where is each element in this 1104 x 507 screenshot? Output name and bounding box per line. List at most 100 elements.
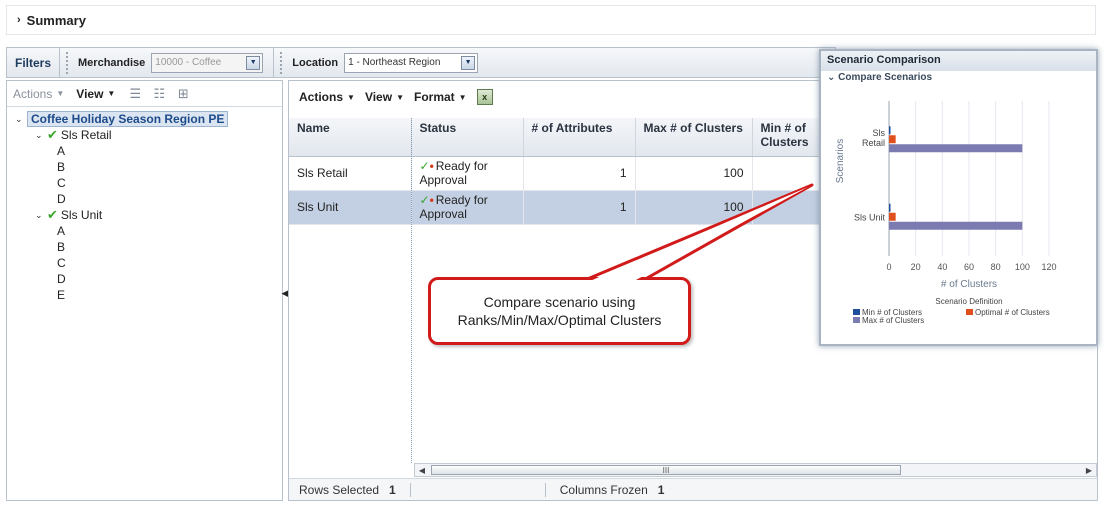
filters-label[interactable]: Filters [7, 56, 59, 70]
table-row[interactable]: Sls Unit ✓• Ready for Approval 1 100 [289, 190, 863, 225]
tree-node-label: Sls Unit [60, 208, 103, 222]
x-axis-title: # of Clusters [941, 279, 997, 290]
bar-max-of-clusters [889, 221, 1023, 230]
actions-menu[interactable]: Actions ▼ [299, 90, 355, 104]
drag-grip-icon[interactable] [66, 51, 72, 74]
tree-node[interactable]: ⌄ ✔ Sls Retail [15, 127, 282, 143]
tree-node-label: Sls Retail [60, 128, 112, 142]
chevron-down-icon[interactable]: ⌄ [35, 210, 47, 221]
view-menu-label: View [364, 90, 393, 104]
x-tick-label: 0 [886, 262, 891, 272]
merchandise-filter: Merchandise 10000 - Coffee ▼ [59, 48, 269, 77]
tree-root[interactable]: ⌄ Coffee Holiday Season Region PE [15, 111, 282, 127]
view-menu[interactable]: View ▼ [76, 87, 115, 101]
annotation-callout: Compare scenario using Ranks/Min/Max/Opt… [428, 277, 691, 345]
chevron-right-icon[interactable]: › [17, 14, 21, 26]
y-tick-label: Sls Unit [854, 212, 886, 222]
merchandise-value: 10000 - Coffee [155, 57, 222, 68]
x-tick-label: 20 [911, 262, 921, 272]
column-header-max-clusters[interactable]: Max # of Clusters [635, 118, 753, 157]
cell-max-clusters[interactable]: 100 [635, 156, 753, 191]
chevron-down-icon[interactable]: ⌄ [15, 114, 27, 125]
tree-root-label: Coffee Holiday Season Region PE [27, 111, 229, 127]
table-row[interactable]: Sls Retail ✓• Ready for Approval 1 100 [289, 156, 863, 191]
chevron-down-icon: ▼ [56, 89, 65, 98]
scroll-left-icon[interactable]: ◀ [415, 466, 429, 475]
table-header-row: Name Status # of Attributes Max # of Clu… [289, 118, 863, 157]
table-body: Sls Retail ✓• Ready for Approval 1 100 Sls Un… [289, 156, 863, 225]
scenario-tree: ⌄ Coffee Holiday Season Region PE ⌄ ✔ Sls … [7, 107, 282, 303]
tree-leaf[interactable]: C [15, 175, 282, 191]
cell-status[interactable]: ✓• Ready for Approval [411, 156, 524, 191]
chevron-down-icon: ▼ [458, 92, 467, 102]
tree-leaf[interactable]: D [15, 191, 282, 207]
tree-leaf[interactable]: D [15, 271, 282, 287]
tree-leaf[interactable]: E [15, 287, 282, 303]
callout-line-1: Compare scenario using [483, 294, 636, 310]
x-tick-label: 60 [964, 262, 974, 272]
filter-bar: Filters Merchandise 10000 - Coffee ▼ Loc… [6, 47, 836, 78]
scenario-comparison-chart: 0 20 40 60 80 100 120 Sls Retail Sls Unit # of Clu… [835, 101, 1057, 325]
cell-name[interactable]: Sls Unit [289, 190, 412, 225]
frozen-column-divider [411, 118, 412, 463]
location-value: 1 - Northeast Region [348, 57, 441, 68]
tree-leaf[interactable]: B [15, 159, 282, 175]
tree-node[interactable]: ⌄ ✔ Sls Unit [15, 207, 282, 223]
column-header-attributes[interactable]: # of Attributes [523, 118, 636, 157]
tree-leaf[interactable]: C [15, 255, 282, 271]
y-tick-label: Sls Retail [862, 128, 886, 148]
column-header-status[interactable]: Status [411, 118, 524, 157]
tree-leaf[interactable]: B [15, 239, 282, 255]
columns-frozen-label: Columns Frozen [559, 482, 648, 497]
table-status-bar: Rows Selected 1 Columns Frozen 1 [289, 478, 1097, 500]
hierarchy-icon[interactable]: ⊞ [175, 86, 191, 102]
chevron-down-icon[interactable]: ⌄ [827, 72, 835, 83]
panel-splitter-handle[interactable]: ◀ [282, 280, 289, 306]
chevron-down-icon[interactable]: ▼ [461, 55, 476, 70]
expand-all-icon[interactable]: ☰ [127, 86, 143, 102]
column-header-name[interactable]: Name [289, 118, 412, 157]
cell-attributes[interactable]: 1 [523, 190, 636, 225]
chevron-down-icon: ▼ [396, 92, 404, 102]
y-axis-title: Scenarios [835, 139, 846, 183]
bar-optimal-of-clusters [889, 212, 896, 221]
bar-max-of-clusters [889, 144, 1023, 153]
summary-header[interactable]: › Summary [6, 5, 1096, 35]
format-menu[interactable]: Format ▼ [414, 90, 467, 104]
location-label: Location [292, 56, 339, 69]
location-filter: Location 1 - Northeast Region ▼ [273, 48, 484, 77]
legend-swatch [853, 309, 860, 315]
actions-menu[interactable]: Actions ▼ [13, 87, 64, 101]
view-menu[interactable]: View ▼ [365, 90, 404, 104]
scroll-right-icon[interactable]: ▶ [1082, 466, 1096, 475]
chevron-down-icon[interactable]: ⌄ [35, 130, 47, 141]
chevron-down-icon[interactable]: ▼ [246, 55, 261, 70]
cell-status[interactable]: ✓• Ready for Approval [411, 190, 524, 225]
compare-scenarios-header[interactable]: ⌄ Compare Scenarios [821, 71, 1096, 87]
tree-leaf[interactable]: A [15, 223, 282, 239]
cell-name[interactable]: Sls Retail [289, 156, 412, 191]
merchandise-select[interactable]: 10000 - Coffee ▼ [151, 52, 264, 73]
bar-min-of-clusters [889, 203, 891, 212]
scrollbar-thumb[interactable]: III [431, 465, 901, 475]
tree-leaf[interactable]: A [15, 143, 282, 159]
tree-toolbar: Actions ▼ View ▼ ☰ ☷ ⊞ [7, 81, 282, 107]
legend-swatch [853, 317, 860, 323]
legend-title: Scenario Definition [935, 297, 1002, 306]
collapse-all-icon[interactable]: ☷ [151, 86, 167, 102]
location-select[interactable]: 1 - Northeast Region ▼ [344, 52, 479, 73]
compare-scenarios-label: Compare Scenarios [838, 72, 933, 83]
legend-label: Max # of Clusters [862, 316, 924, 325]
drag-grip-icon[interactable] [280, 51, 286, 74]
actions-menu-label: Actions [13, 86, 53, 101]
cell-max-clusters[interactable]: 100 [635, 190, 753, 225]
export-excel-icon[interactable]: x [476, 89, 493, 105]
cell-attributes[interactable]: 1 [523, 156, 636, 191]
summary-label: Summary [26, 12, 86, 28]
columns-frozen-value: 1 [657, 482, 665, 497]
status-divider [409, 482, 411, 497]
checkmark-icon: ✔ [47, 207, 58, 222]
bar-min-of-clusters [889, 126, 891, 135]
ready-status-icon: ✓• [419, 193, 434, 207]
horizontal-scrollbar[interactable]: ◀ III ▶ [414, 463, 1097, 477]
